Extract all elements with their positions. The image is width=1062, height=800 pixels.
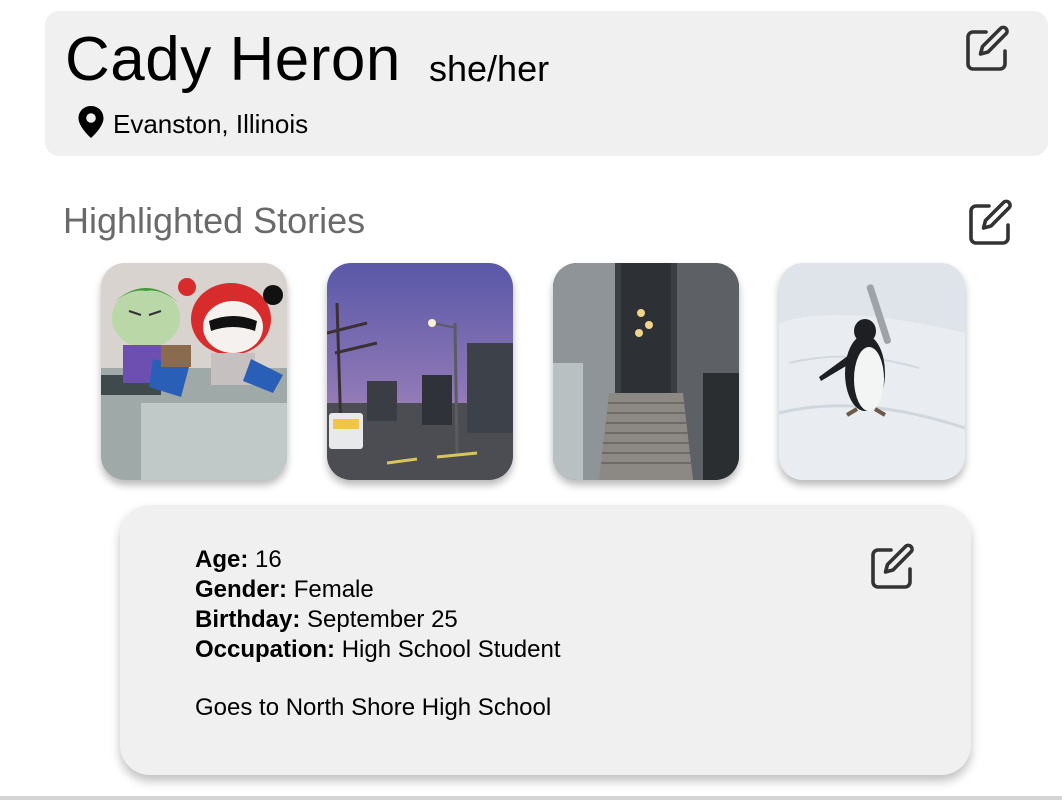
story-thumbnail-plush-toys[interactable] <box>101 263 287 480</box>
detail-occupation: Occupation: High School Student <box>195 635 561 665</box>
story-thumbnail-penguin[interactable] <box>779 263 965 480</box>
profile-name: Cady Heron <box>65 25 401 94</box>
school-note: Goes to North Shore High School <box>195 694 552 721</box>
location-text: Evanston, Illinois <box>113 109 309 139</box>
details-list: Age: 16 Gender: Female Birthday: Septemb… <box>195 545 561 665</box>
story-thumbnail-staircase[interactable] <box>553 263 739 480</box>
birthday-label: Birthday: <box>195 606 301 633</box>
edit-details-icon[interactable] <box>868 542 918 592</box>
profile-header-card: Cady Heron she/her Evanston, Illinois <box>45 11 1048 156</box>
profile-page: Cady Heron she/her Evanston, Illinois Hi… <box>0 0 1062 800</box>
detail-gender: Gender: Female <box>195 575 561 605</box>
highlighted-stories-title: Highlighted Stories <box>63 200 366 241</box>
occupation-value: High School Student <box>341 636 561 663</box>
detail-birthday: Birthday: September 25 <box>195 605 561 635</box>
occupation-label: Occupation: <box>195 636 336 663</box>
edit-profile-icon[interactable] <box>963 24 1013 74</box>
gender-label: Gender: <box>195 576 288 603</box>
age-label: Age: <box>195 546 249 573</box>
story-thumbnail-street-dusk[interactable] <box>327 263 513 480</box>
gender-value: Female <box>293 576 374 603</box>
profile-pronouns: she/her <box>429 48 550 89</box>
location-row: Evanston, Illinois <box>77 105 309 144</box>
bottom-divider <box>0 796 1062 800</box>
profile-details-card: Age: 16 Gender: Female Birthday: Septemb… <box>120 505 971 775</box>
detail-age: Age: 16 <box>195 545 561 575</box>
birthday-value: September 25 <box>307 606 458 633</box>
edit-stories-icon[interactable] <box>966 198 1016 248</box>
age-value: 16 <box>255 546 282 573</box>
map-pin-icon <box>77 105 105 144</box>
